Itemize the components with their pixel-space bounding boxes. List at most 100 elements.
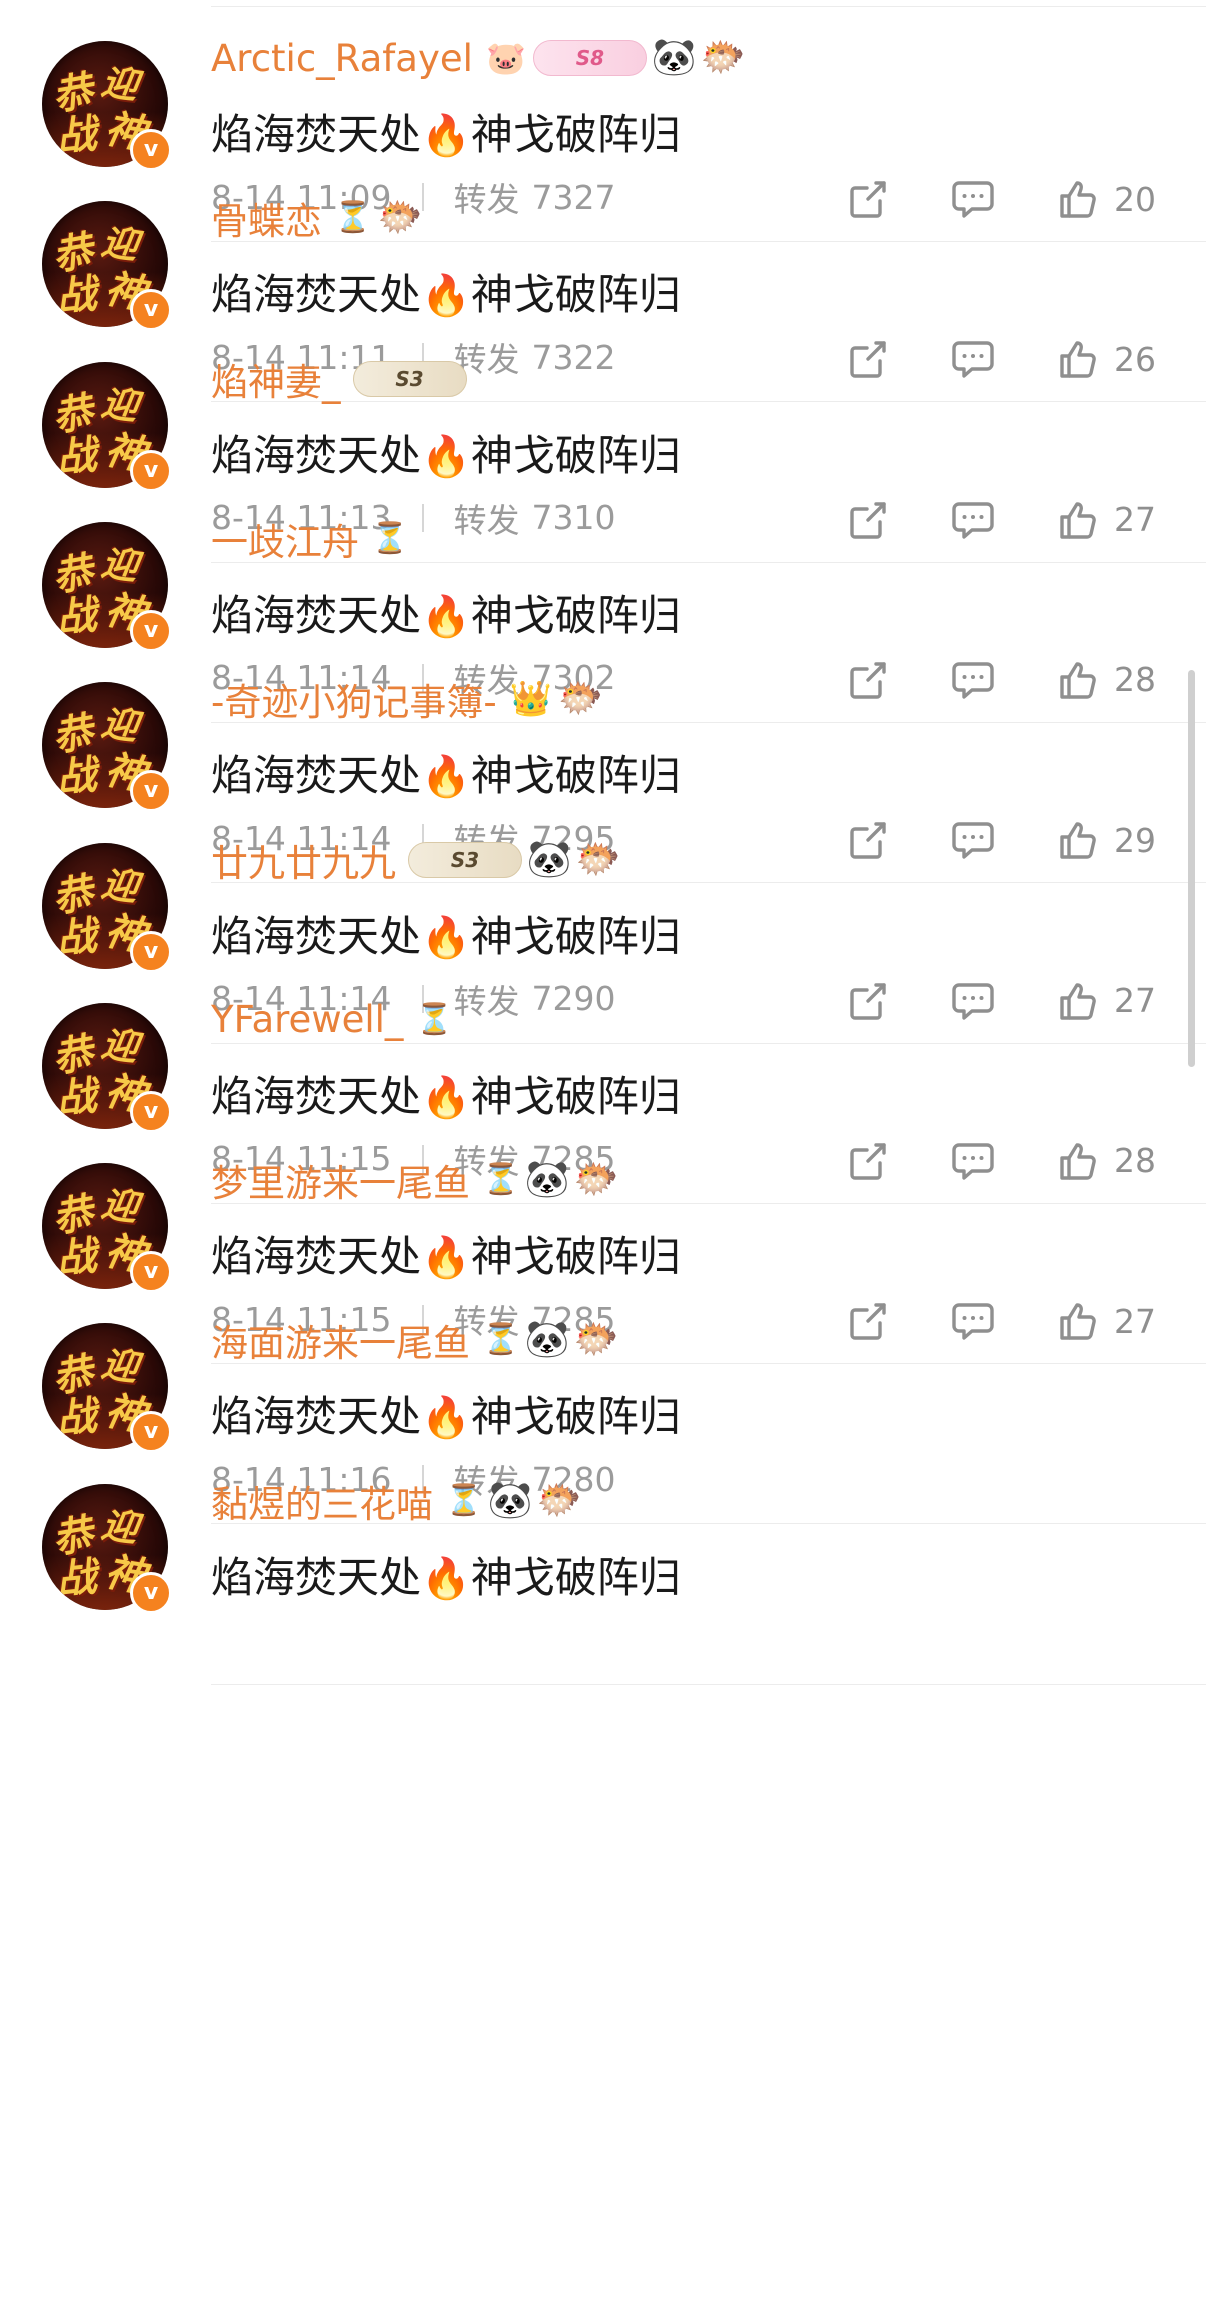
username[interactable]: 焰神妻_ [211,352,341,406]
comment-text: 焰海焚天处🔥神戈破阵归 [211,582,681,643]
comment-text-part: 焰海焚天处 [211,430,422,480]
comment-text-part: 焰海焚天处 [211,1392,422,1442]
level-s3-badge: S3 [352,360,467,397]
hourglass-icon: ⏳ [482,1322,520,1358]
verified-icon: v [130,1571,172,1614]
fire-icon: 🔥 [421,914,471,961]
comment-text-part: 神戈破阵归 [470,1232,681,1282]
fire-icon: 🔥 [421,273,471,320]
comment-text-part: 神戈破阵归 [470,911,681,961]
comment-text: 焰海焚天处🔥神戈破阵归 [211,422,681,483]
fire-icon: 🔥 [421,433,471,480]
name-line: Arctic_Rafayel 🐷 S8 🐼 🐡 [211,31,745,85]
name-line: 一歧江舟 ⏳ [211,512,409,566]
badge-group: ⏳ [371,520,409,558]
comment-text: 焰海焚天处🔥神戈破阵归 [211,903,681,964]
badge-group: ⏳ 🐼 🐡 [445,1482,581,1520]
badge-group: 🐷 S8 🐼 🐡 [485,39,745,77]
avatar-text: 战 [54,590,99,642]
comment-text-part: 焰海焚天处 [211,1552,422,1602]
fire-icon: 🔥 [421,1074,471,1121]
username[interactable]: 骨蝶恋 [211,191,322,245]
name-line: 梦里游来一尾鱼 ⏳ 🐼 🐡 [211,1153,618,1207]
fire-icon: 🔥 [421,754,471,801]
avatar-text: 战 [54,1392,99,1444]
pufferfish-icon: 🐡 [536,1479,582,1521]
comment-text: 焰海焚天处🔥神戈破阵归 [211,1223,681,1284]
name-line: -奇迹小狗记事簿- 👑 🐡 [211,672,603,726]
hourglass-icon: ⏳ [415,1001,454,1037]
badge-group: ⏳ 🐼 🐡 [482,1161,618,1199]
pufferfish-icon: 🐡 [700,37,746,78]
comment-text-part: 神戈破阵归 [470,1071,681,1121]
username[interactable]: -奇迹小狗记事簿- [211,672,497,726]
comment-text: 焰海焚天处🔥神戈破阵归 [211,101,681,162]
name-line: 廿九廿九九 S3 🐼 🐡 [211,833,620,887]
comment-text-part: 神戈破阵归 [470,270,681,320]
comment-text-part: 神戈破阵归 [470,1392,681,1442]
badge-group: S3 [352,360,467,397]
panda-icon: 🐼 [526,838,572,880]
comment-text: 焰海焚天处🔥神戈破阵归 [211,742,681,803]
pufferfish-icon: 🐡 [575,838,621,880]
name-line: 焰神妻_ S3 [211,352,467,406]
comment-item: 恭迎战神 v 黏煜的三花喵 ⏳ 🐼 🐡 焰海焚天处🔥神戈破阵归 [0,1448,1206,1685]
comment-text-part: 神戈破阵归 [470,590,681,640]
comment-text-part: 焰海焚天处 [211,1232,422,1282]
name-line: 黏煜的三花喵 ⏳ 🐼 🐡 [211,1474,581,1528]
kiss-icon: S8 [532,40,647,76]
name-line: 海面游来一尾鱼 ⏳ 🐼 🐡 [211,1313,618,1367]
username[interactable]: 黏煜的三花喵 [211,1474,433,1528]
blue-fish-icon: 🐡 [377,197,423,239]
badge-group: ⏳ 🐼 🐡 [482,1321,618,1359]
avatar-text: 战 [54,911,99,963]
username[interactable]: YFarewell_ [211,998,403,1041]
fire-icon: 🔥 [421,1555,471,1602]
username[interactable]: 梦里游来一尾鱼 [211,1153,470,1207]
comment-text: 焰海焚天处🔥神戈破阵归 [211,1383,681,1444]
hourglass-icon: ⏳ [445,1482,483,1518]
panda-icon: 🐼 [487,1479,533,1521]
comment-text: 焰海焚天处🔥神戈破阵归 [211,1063,681,1124]
comment-text-part: 焰海焚天处 [211,270,422,320]
fire-icon: 🔥 [421,1395,471,1442]
hourglass-icon: ⏳ [371,520,409,556]
avatar-text: 战 [54,430,99,482]
kiss-icon: 🐷 [485,39,526,77]
username[interactable]: 廿九廿九九 [211,833,396,887]
badge-group: 👑 🐡 [509,678,604,720]
avatar-text: 战 [54,270,99,322]
username[interactable]: 一歧江舟 [211,512,359,566]
comment-text-part: 焰海焚天处 [211,751,422,801]
scrollbar[interactable] [1188,670,1195,1067]
hourglass-icon: ⏳ [482,1162,520,1198]
comment-text: 焰海焚天处🔥神戈破阵归 [211,1544,681,1605]
pufferfish-icon: 🐡 [573,1159,619,1201]
name-line: YFarewell_ ⏳ [211,993,453,1047]
comment-text-part: 焰海焚天处 [211,590,422,640]
level-s3-badge: S3 [408,841,522,878]
fire-icon: 🔥 [421,113,471,159]
comment-text-part: 神戈破阵归 [470,751,681,801]
crown-icon: 👑 [509,679,552,720]
panda-icon: 🐼 [524,1159,570,1201]
name-line: 骨蝶恋 ⏳ 🐡 [211,191,422,245]
comment-text-part: 焰海焚天处 [211,1071,422,1121]
hourglass-icon: ⏳ [334,200,372,236]
comment-text-part: 神戈破阵归 [470,430,681,480]
avatar-text: 战 [54,1071,99,1123]
badge-group: ⏳ 🐡 [334,199,422,237]
comment-text-part: 神戈破阵归 [470,110,681,159]
pufferfish-icon: 🐡 [573,1319,619,1361]
comment-text-part: 焰海焚天处 [211,911,422,961]
username[interactable]: Arctic_Rafayel [211,37,473,80]
pufferfish-icon: 🐡 [558,678,604,720]
avatar-text: 战 [54,751,99,803]
username[interactable]: 海面游来一尾鱼 [211,1313,470,1367]
panda-icon: 🐼 [524,1319,570,1361]
avatar-text: 战 [54,1232,99,1284]
fire-icon: 🔥 [421,1235,471,1282]
avatar-text: 战 [54,110,99,161]
badge-group: S3 🐼 🐡 [408,841,620,879]
badge-group: ⏳ [415,1001,453,1039]
